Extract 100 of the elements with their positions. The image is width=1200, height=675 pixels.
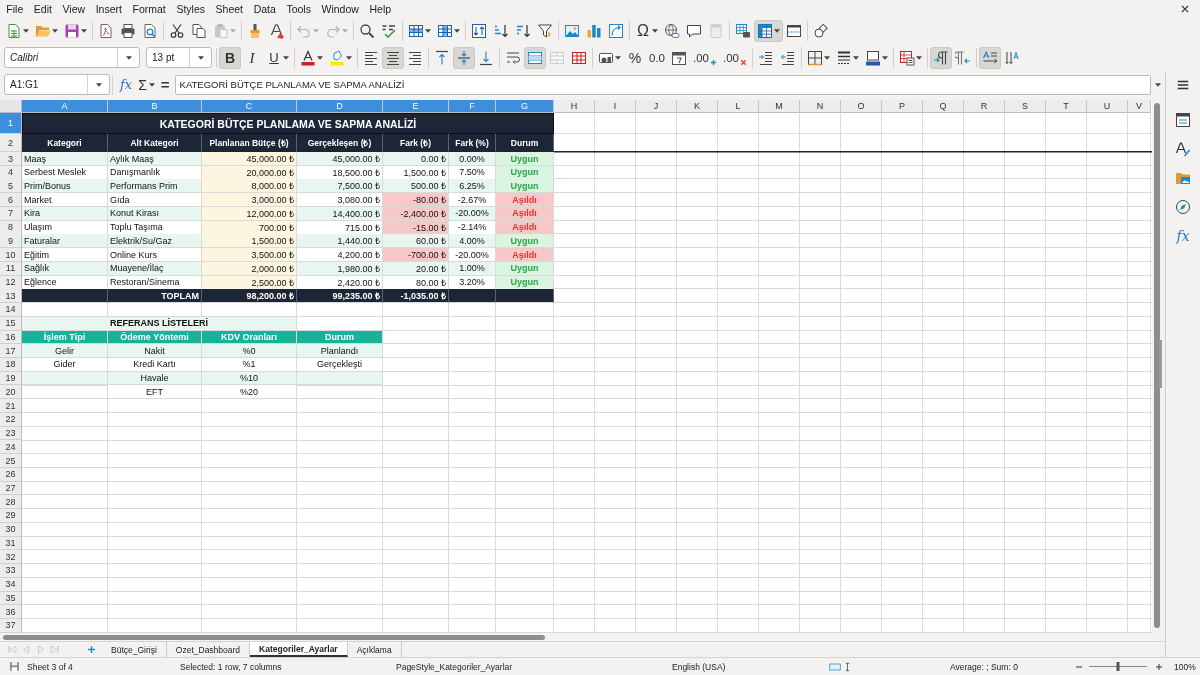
row-header[interactable]: 29 — [0, 509, 22, 523]
row-header[interactable]: 9 — [0, 234, 22, 249]
row-header[interactable]: 32 — [0, 550, 22, 565]
formula-button[interactable]: = — [157, 74, 173, 95]
pilcrow-right-icon — [933, 49, 949, 66]
menu-item[interactable]: Data — [248, 2, 282, 15]
row-header[interactable]: 33 — [0, 564, 22, 578]
special-character-button[interactable]: Ω — [632, 19, 661, 42]
total-label: TOPLAM — [108, 289, 202, 304]
number-format-button[interactable]: 0.0 — [646, 46, 668, 69]
caret-icon — [774, 28, 780, 33]
row-header[interactable]: 21 — [0, 399, 22, 413]
column-header[interactable]: V — [1128, 100, 1151, 113]
header-cell: Durum — [297, 330, 383, 345]
name-box[interactable]: A1:G1 — [4, 74, 110, 95]
row-header[interactable]: 28 — [0, 495, 22, 510]
column-header[interactable]: U — [1087, 100, 1128, 113]
freeze-panes-button[interactable] — [754, 19, 783, 42]
table-cell: 8,000.00 ₺ — [202, 179, 297, 194]
delete-decimal-button[interactable]: .00 — [720, 46, 750, 69]
clear-formatting-icon — [269, 22, 285, 39]
close-button[interactable] — [1180, 3, 1190, 14]
row-header[interactable]: 2 — [0, 134, 22, 152]
align-top-icon — [434, 49, 450, 66]
column-header[interactable]: S — [1005, 100, 1046, 113]
row-header[interactable]: 5 — [0, 179, 22, 194]
functions-button[interactable]: fx — [1176, 227, 1190, 244]
table-cell: Faturalar — [22, 234, 108, 249]
percent-format-button[interactable]: % — [624, 46, 646, 69]
split-handle[interactable] — [1159, 340, 1162, 388]
align-center-button[interactable] — [382, 46, 404, 69]
cell-grid[interactable] — [0, 100, 1152, 633]
properties-button[interactable] — [1175, 111, 1191, 128]
menu-item[interactable]: Sheet — [210, 2, 249, 15]
table-cell: Prim/Bonus — [22, 179, 108, 194]
function-wizard-button[interactable]: fx — [117, 74, 136, 95]
column-header[interactable]: Q — [923, 100, 964, 113]
scrollbar-thumb[interactable] — [1154, 103, 1160, 628]
menu-item[interactable]: Styles — [171, 2, 211, 15]
column-header[interactable]: O — [841, 100, 882, 113]
column-header[interactable]: R — [964, 100, 1005, 113]
column-header[interactable]: K — [677, 100, 718, 113]
formula-input[interactable]: KATEGORİ BÜTÇE PLANLAMA VE SAPMA ANALİZİ — [174, 74, 1151, 95]
column-header[interactable]: P — [882, 100, 923, 113]
menu-item[interactable]: File — [1, 2, 29, 15]
add-decimal-button[interactable]: .00 — [690, 46, 720, 69]
row-header[interactable]: 10 — [0, 248, 22, 263]
menu-item[interactable]: View — [57, 2, 91, 15]
menu-item[interactable]: Help — [364, 2, 397, 15]
row-header[interactable]: 25 — [0, 454, 22, 468]
underline-button[interactable]: U — [263, 46, 292, 69]
text-left-to-right-button[interactable] — [979, 46, 1001, 69]
column-header[interactable]: T — [1046, 100, 1087, 113]
caret-icon — [283, 55, 289, 60]
row-header[interactable]: 36 — [0, 605, 22, 619]
language-text[interactable]: English (USA) — [672, 661, 828, 672]
sum-button[interactable]: Σ — [135, 74, 158, 95]
center-vertically-button[interactable] — [453, 46, 475, 69]
zoom-slider-thumb[interactable] — [1116, 662, 1120, 671]
table-cell: Elektrik/Su/Gaz — [108, 234, 202, 249]
header-cell: Planlanan Bütçe (₺) — [202, 134, 297, 152]
caret-icon — [454, 28, 460, 33]
column-header[interactable]: J — [636, 100, 677, 113]
row-header[interactable]: 3 — [0, 152, 22, 166]
column-header[interactable]: I — [595, 100, 636, 113]
italic-button[interactable]: I — [241, 46, 263, 69]
font-color-icon — [300, 49, 316, 66]
column-header[interactable]: H — [554, 100, 595, 113]
menu-item[interactable]: Tools — [281, 2, 317, 15]
line-style-icon — [836, 49, 852, 66]
row-header[interactable]: 17 — [0, 344, 22, 358]
caret-icon — [824, 55, 830, 60]
row-header[interactable]: 6 — [0, 193, 22, 208]
column-header[interactable]: N — [800, 100, 841, 113]
sheet-tab[interactable]: Kategoriler_Ayarlar — [250, 642, 348, 657]
row-header[interactable]: 20 — [0, 385, 22, 400]
align-center-icon — [385, 49, 401, 66]
row-header[interactable]: 14 — [0, 303, 22, 317]
column-header[interactable]: L — [718, 100, 759, 113]
conditional-format-icon — [899, 49, 915, 66]
sheet-tab[interactable]: Açıklama — [347, 642, 402, 657]
bold-button[interactable]: B — [219, 46, 241, 69]
row-header[interactable]: 24 — [0, 440, 22, 455]
navigator-button[interactable] — [1175, 198, 1191, 215]
row-header[interactable]: 18 — [0, 358, 22, 372]
menu-item[interactable]: Window — [316, 2, 365, 15]
menu-item[interactable]: Insert — [90, 2, 128, 15]
left-to-right-button[interactable] — [930, 46, 952, 69]
styles-button[interactable] — [1175, 140, 1191, 157]
column-header[interactable]: M — [759, 100, 800, 113]
scrollbar-thumb[interactable] — [3, 634, 545, 640]
row-header[interactable]: 13 — [0, 289, 22, 304]
zoom-percent[interactable]: 100% — [1174, 661, 1196, 672]
menu-item[interactable]: Format — [127, 2, 172, 15]
font-name-box[interactable]: Calibri — [4, 47, 140, 68]
align-left-icon — [363, 49, 379, 66]
sheet-tab[interactable]: Bütçe_Girişi — [102, 642, 167, 657]
font-size-box[interactable]: 13 pt — [146, 47, 212, 68]
menu-item[interactable]: Edit — [28, 2, 58, 15]
merge-center-button[interactable] — [524, 46, 546, 69]
